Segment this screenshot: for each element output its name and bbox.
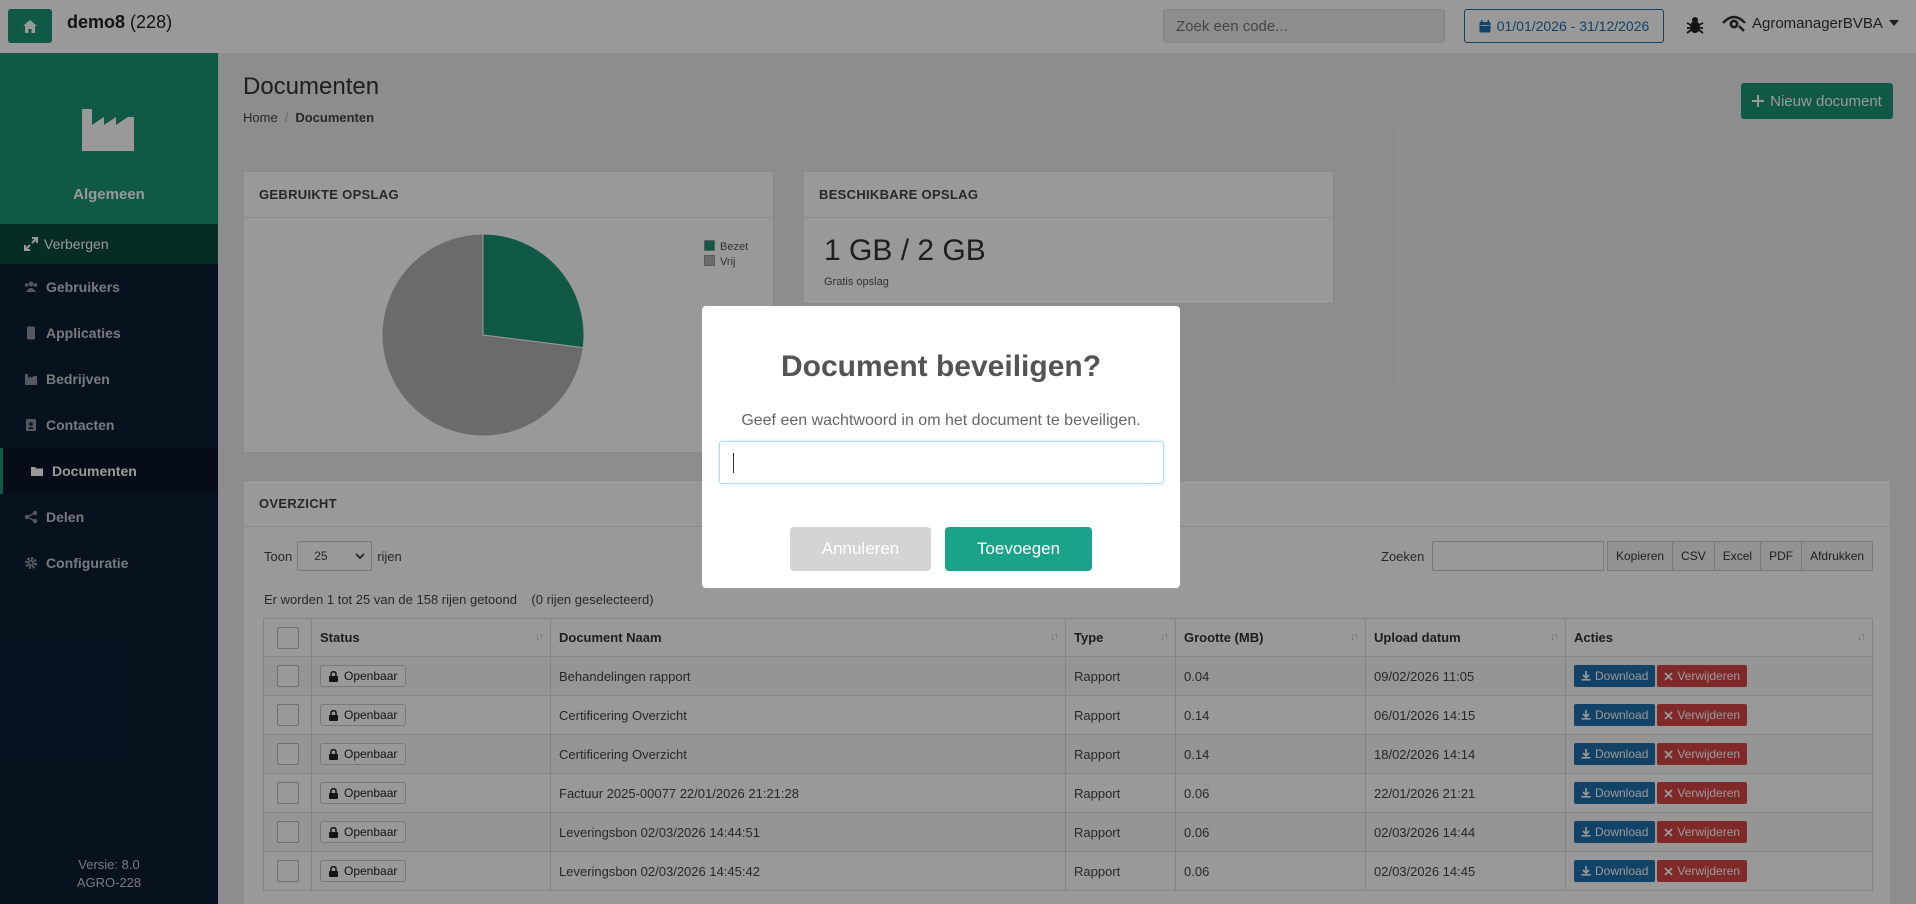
password-input[interactable] — [719, 441, 1164, 484]
dialog-text: Geef een wachtwoord in om het document t… — [741, 412, 1141, 429]
secure-document-dialog: Document beveiligen? Geef een wachtwoord… — [702, 306, 1180, 588]
cancel-button[interactable]: Annuleren — [790, 527, 931, 571]
dialog-title: Document beveiligen? — [780, 350, 1102, 383]
text-caret — [733, 453, 734, 473]
add-button[interactable]: Toevoegen — [945, 527, 1092, 571]
